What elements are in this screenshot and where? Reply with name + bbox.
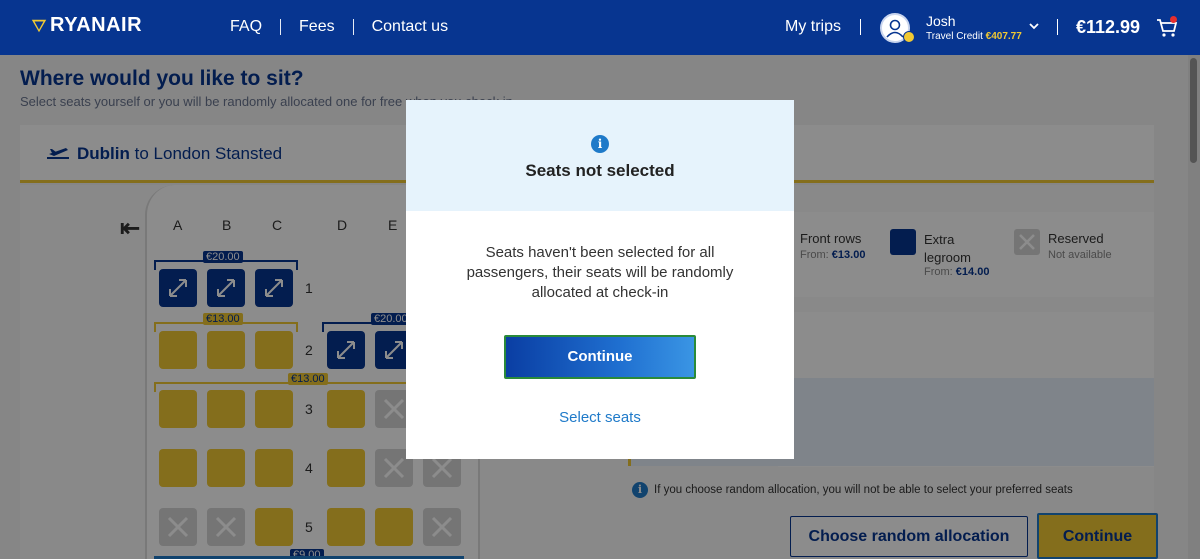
basket-total[interactable]: €112.99 [1076,17,1140,38]
modal-message: Seats haven't been selected for all pass… [466,244,734,301]
modal-header: i Seats not selected [406,100,794,211]
modal-title: Seats not selected [525,161,675,180]
nav-divider [280,19,282,35]
travel-credit-value: €407.77 [985,31,1022,42]
cart-notification-dot [1170,16,1177,23]
credit-badge-icon [903,31,915,43]
modal-continue-button[interactable]: Continue [504,335,696,379]
select-seats-link[interactable]: Select seats [406,409,794,426]
nav-divider [1057,19,1058,35]
nav-faq[interactable]: FAQ [230,18,262,36]
ryanair-logo[interactable]: RYANAIR [30,14,142,37]
nav-contact-us[interactable]: Contact us [372,18,448,36]
nav-fees[interactable]: Fees [299,18,335,36]
chevron-down-icon[interactable] [1028,20,1040,32]
main-nav: FAQ Fees Contact us [230,18,448,36]
info-icon: i [591,135,609,153]
travel-credit-label: Travel Credit [926,31,983,42]
user-name[interactable]: Josh [926,13,956,29]
seats-not-selected-modal: i Seats not selected Seats haven't been … [406,100,794,459]
logo-text: RYANAIR [50,14,143,36]
travel-credit: Travel Credit €407.77 [926,31,1022,42]
my-trips-link[interactable]: My trips [785,18,841,36]
harp-icon [31,19,47,32]
top-header: RYANAIR FAQ Fees Contact us My trips Jos… [0,0,1200,55]
nav-divider [860,19,861,35]
nav-divider [352,19,354,35]
